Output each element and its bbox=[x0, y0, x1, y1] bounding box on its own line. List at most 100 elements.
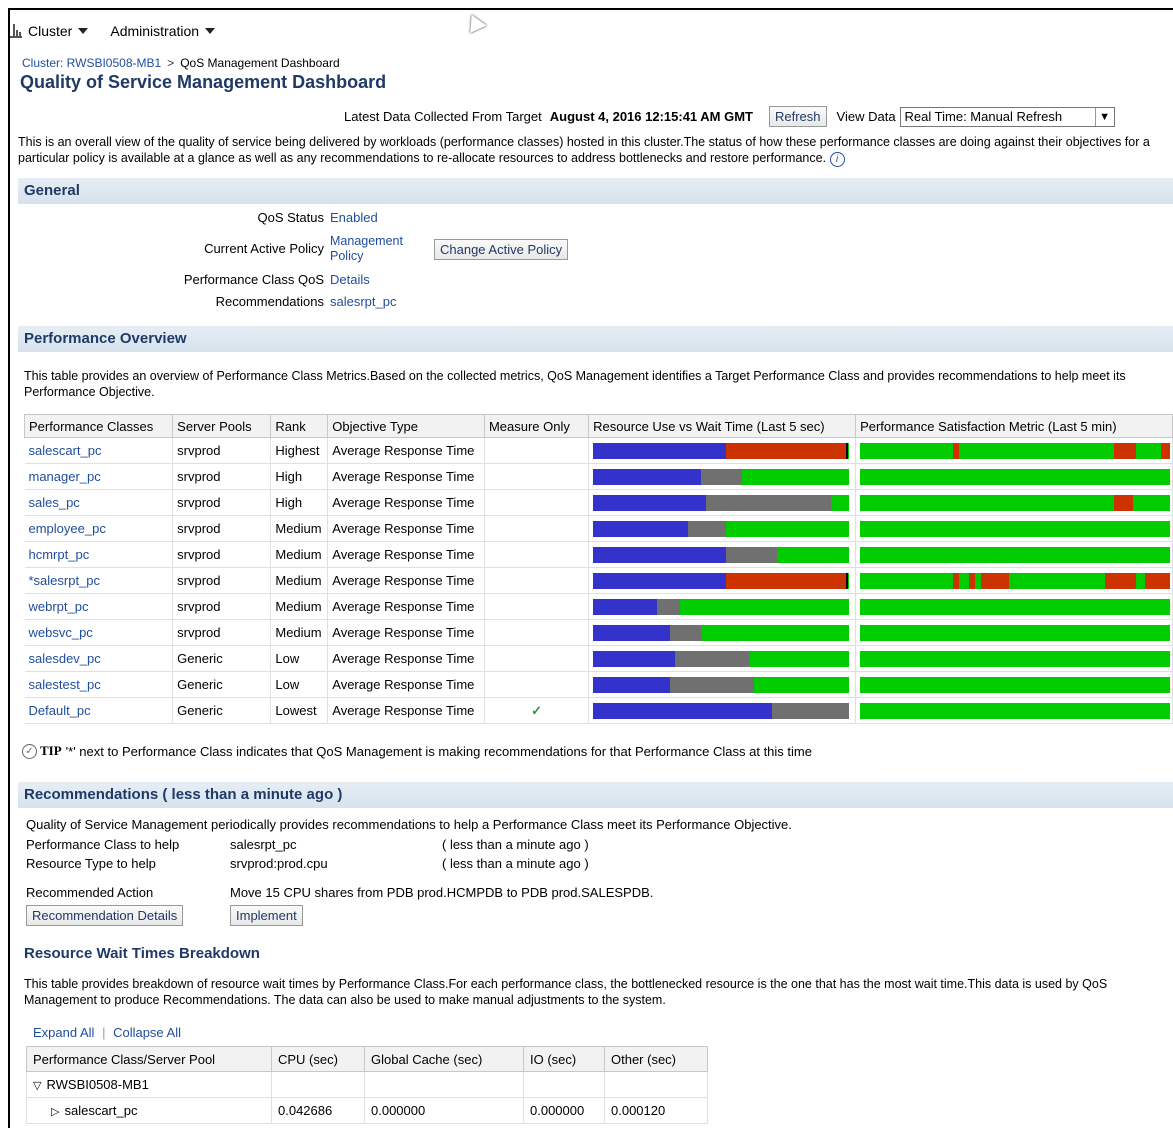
bar-segment-use bbox=[593, 598, 658, 615]
bar-segment-wait-bottleneck bbox=[726, 442, 847, 459]
info-icon[interactable]: i bbox=[829, 152, 845, 167]
perf-class-link-cell[interactable]: manager_pc bbox=[24, 463, 174, 490]
tree-item-cell[interactable]: ▷ salescart_pc bbox=[26, 1097, 272, 1124]
administration-menu[interactable]: Administration bbox=[110, 23, 216, 39]
data-collection-bar: Latest Data Collected From Target August… bbox=[344, 106, 1115, 127]
perf-class-link-cell[interactable]: Default_pc bbox=[24, 697, 174, 724]
perf-class-qos-label: Performance Class QoS bbox=[183, 272, 324, 287]
rank: High bbox=[275, 469, 303, 484]
objective-type: Average Response Time bbox=[332, 469, 475, 484]
perf-class-link[interactable]: salesdev_pc bbox=[29, 651, 101, 666]
cluster-menu[interactable]: Cluster bbox=[10, 23, 89, 39]
server-pool-cell: srvprod bbox=[172, 489, 272, 516]
collapse-all-link[interactable]: Collapse All bbox=[113, 1025, 181, 1040]
refresh-button[interactable]: Refresh bbox=[769, 106, 827, 127]
resource-use-bar bbox=[593, 702, 850, 719]
table-row: ▽ RWSBI0508-MB1 bbox=[26, 1071, 708, 1098]
perf-class-link[interactable]: salestest_pc bbox=[29, 677, 101, 692]
col-header-other[interactable]: Other (sec) bbox=[604, 1046, 708, 1072]
server-pool-cell: srvprod bbox=[172, 567, 272, 594]
change-active-policy-button[interactable]: Change Active Policy bbox=[434, 239, 569, 260]
satisfaction-violation-segment bbox=[1114, 442, 1136, 459]
recommendation-details-button[interactable]: Recommendation Details bbox=[26, 905, 184, 926]
perf-class-link[interactable]: sales_pc bbox=[29, 495, 80, 510]
satisfaction-cell bbox=[855, 645, 1173, 672]
satisfaction-violation-segment bbox=[953, 572, 960, 589]
collapsed-triangle-icon[interactable]: ▷ bbox=[51, 1106, 59, 1118]
measure-only-checkmark-cell bbox=[484, 489, 590, 516]
resource-wait-times-table: Performance Class/Server Pool CPU (sec) … bbox=[26, 1046, 708, 1124]
perf-class-link[interactable]: Default_pc bbox=[29, 703, 91, 718]
link-divider: | bbox=[102, 1025, 106, 1040]
perf-class-link-cell[interactable]: salestest_pc bbox=[24, 671, 174, 698]
implement-button[interactable]: Implement bbox=[230, 905, 303, 926]
perf-class-link-cell[interactable]: webrpt_pc bbox=[24, 593, 174, 620]
recommendations-link[interactable]: salesrpt_pc bbox=[330, 294, 396, 309]
satisfaction-violation-segment bbox=[953, 442, 960, 459]
measure-only-checkmark-cell bbox=[484, 645, 590, 672]
perf-class-link[interactable]: webrpt_pc bbox=[29, 599, 89, 614]
perf-class-link[interactable]: *salesrpt_pc bbox=[29, 573, 101, 588]
bar-segment-use bbox=[593, 624, 671, 641]
bar-segment-use bbox=[593, 702, 773, 719]
satisfaction-cell bbox=[855, 489, 1173, 516]
rank: High bbox=[275, 495, 303, 510]
bar-segment-idle bbox=[777, 546, 850, 563]
rec-pc-value: salesrpt_pc bbox=[230, 837, 297, 852]
col-header-cpu[interactable]: CPU (sec) bbox=[271, 1046, 365, 1072]
rank-cell: Low bbox=[270, 671, 329, 698]
objective-type-cell: Average Response Time bbox=[327, 593, 485, 620]
perf-class-link[interactable]: salescart_pc bbox=[29, 443, 102, 458]
cpu-value: 0.042686 bbox=[271, 1097, 365, 1124]
satisfaction-cell bbox=[855, 671, 1173, 698]
view-data-select[interactable]: Real Time: Manual Refresh ▼ bbox=[899, 106, 1115, 127]
qos-status-link[interactable]: Enabled bbox=[330, 210, 378, 225]
measure-only-checkmark-cell: ✓ bbox=[484, 697, 590, 724]
view-data-label: View Data bbox=[836, 109, 896, 124]
recommendations-header: Recommendations ( less than a minute ago… bbox=[18, 782, 1173, 808]
perf-class-link-cell[interactable]: employee_pc bbox=[24, 515, 174, 542]
table-row: manager_pc srvprod High Average Response Ti… bbox=[24, 463, 1173, 490]
table-row: webrpt_pc srvprod Medium Average Response T… bbox=[24, 593, 1173, 620]
active-policy-link-line2: Policy bbox=[330, 249, 364, 263]
col-header-io[interactable]: IO (sec) bbox=[523, 1046, 605, 1072]
perf-class-link[interactable]: websvc_pc bbox=[29, 625, 93, 640]
perf-class-link-cell[interactable]: sales_pc bbox=[24, 489, 174, 516]
bar-segment-idle bbox=[848, 572, 850, 589]
perf-class-link[interactable]: hcmrpt_pc bbox=[29, 547, 90, 562]
expand-all-link[interactable]: Expand All bbox=[33, 1025, 94, 1040]
satisfaction-bar bbox=[860, 546, 1171, 563]
col-header-measure-only[interactable]: Measure Only bbox=[483, 414, 590, 438]
col-header-satisfaction[interactable]: Performance Satisfaction Metric (Last 5 … bbox=[855, 414, 1173, 438]
perf-class-link-cell[interactable]: *salesrpt_pc bbox=[24, 567, 174, 594]
page-title: Quality of Service Management Dashboard bbox=[20, 72, 387, 92]
perf-class-details-link[interactable]: Details bbox=[330, 272, 370, 287]
perf-class-link[interactable]: employee_pc bbox=[29, 521, 106, 536]
col-header-resource-use[interactable]: Resource Use vs Wait Time (Last 5 sec) bbox=[588, 414, 857, 438]
breadcrumb-cluster-link[interactable]: Cluster: RWSBI0508-MB1 bbox=[22, 56, 161, 70]
col-header-perf-classes[interactable]: Performance Classes bbox=[23, 414, 174, 438]
perf-class-link[interactable]: manager_pc bbox=[29, 469, 101, 484]
perf-class-link-cell[interactable]: salesdev_pc bbox=[24, 645, 174, 672]
bar-segment-idle bbox=[701, 624, 850, 641]
rank-cell: Low bbox=[270, 645, 329, 672]
objective-type: Average Response Time bbox=[332, 495, 475, 510]
col-header-global-cache[interactable]: Global Cache (sec) bbox=[364, 1046, 524, 1072]
perf-class-link-cell[interactable]: salescart_pc bbox=[24, 437, 174, 464]
menu-bar: Cluster Administration bbox=[10, 10, 1160, 52]
performance-overview-table: Performance Classes Server Pools Rank Objec… bbox=[23, 414, 1173, 724]
bar-segment-use bbox=[593, 442, 727, 459]
active-policy-link[interactable]: Management Policy bbox=[330, 234, 403, 264]
expanded-triangle-icon[interactable]: ▽ bbox=[33, 1080, 41, 1092]
col-header-objective-type[interactable]: Objective Type bbox=[327, 414, 485, 438]
empty-cell bbox=[271, 1071, 365, 1098]
col-header-rank[interactable]: Rank bbox=[270, 414, 329, 438]
satisfaction-cell bbox=[855, 619, 1173, 646]
satisfaction-bar bbox=[860, 494, 1171, 511]
perf-class-link-cell[interactable]: hcmrpt_pc bbox=[24, 541, 174, 568]
objective-type-cell: Average Response Time bbox=[327, 645, 485, 672]
tree-group-cell[interactable]: ▽ RWSBI0508-MB1 bbox=[26, 1071, 272, 1098]
col-header-perf-class[interactable]: Performance Class/Server Pool bbox=[26, 1046, 272, 1072]
perf-class-link-cell[interactable]: websvc_pc bbox=[24, 619, 174, 646]
col-header-server-pools[interactable]: Server Pools bbox=[172, 414, 272, 438]
